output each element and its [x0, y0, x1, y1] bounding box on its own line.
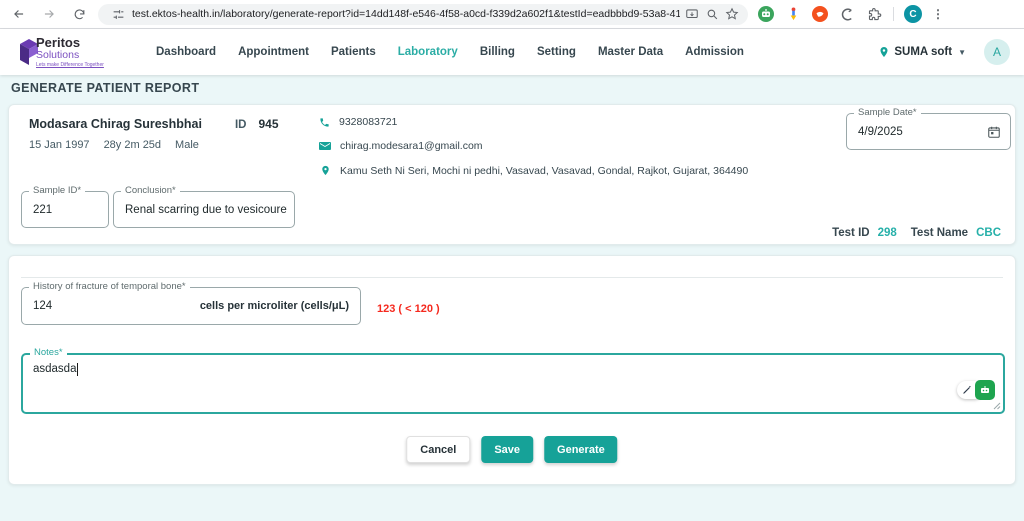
branch-name: SUMA soft — [894, 46, 952, 58]
save-button[interactable]: Save — [481, 436, 533, 463]
test-id-label: Test ID — [832, 227, 870, 239]
nav-billing[interactable]: Billing — [480, 46, 515, 58]
notes-label: Notes* — [30, 347, 67, 358]
email-icon — [319, 141, 331, 151]
peritos-logo[interactable]: Peritos Solutions Lets make Difference T… — [16, 36, 128, 69]
browser-refresh-icon[interactable] — [68, 3, 90, 25]
result-unit: cells per microliter (cells/μL) — [200, 300, 349, 312]
sample-id-field[interactable]: Sample ID* 221 — [21, 191, 109, 228]
address-bar[interactable]: test.ektos-health.in/laboratory/generate… — [98, 4, 748, 25]
generate-button[interactable]: Generate — [544, 436, 618, 463]
section-divider — [21, 277, 1003, 278]
extensions-area — [758, 6, 882, 22]
nav-appointment[interactable]: Appointment — [238, 46, 309, 58]
nav-dashboard[interactable]: Dashboard — [156, 46, 216, 58]
notes-value[interactable]: asdasda — [33, 363, 76, 376]
toolbar-divider — [893, 7, 894, 21]
patient-info-card: Modasara Chirag Sureshbhai ID 945 15 Jan… — [8, 104, 1016, 245]
nav-laboratory[interactable]: Laboratory — [398, 46, 458, 58]
reference-range: 123 ( < 120 ) — [377, 303, 440, 315]
orange-extension-icon[interactable] — [812, 6, 828, 22]
action-buttons: Cancel Save Generate — [406, 436, 617, 463]
patient-id-label: ID — [235, 119, 247, 131]
browser-profile-avatar[interactable]: C — [904, 5, 922, 23]
sample-date-label: Sample Date* — [854, 107, 921, 118]
browser-forward-icon[interactable] — [38, 3, 60, 25]
app-header: Peritos Solutions Lets make Difference T… — [0, 29, 1024, 75]
conclusion-label: Conclusion* — [121, 185, 180, 196]
resize-handle-icon[interactable] — [993, 402, 1001, 410]
extensions-puzzle-icon[interactable] — [866, 6, 882, 22]
conclusion-value[interactable]: Renal scarring due to vesicoureteral ref… — [125, 204, 287, 216]
patient-gender: Male — [175, 139, 199, 151]
result-input-field[interactable]: History of fracture of temporal bone* 12… — [21, 287, 361, 325]
url-text[interactable]: test.ektos-health.in/laboratory/generate… — [132, 8, 680, 20]
bookmark-star-icon[interactable] — [724, 6, 740, 22]
logo-tagline: Lets make Difference Together — [36, 63, 104, 68]
user-avatar[interactable]: A — [984, 39, 1010, 65]
main-nav: Dashboard Appointment Patients Laborator… — [156, 46, 744, 58]
robot-extension-icon[interactable] — [758, 6, 774, 22]
logo-name: Peritos — [36, 36, 104, 49]
test-info-row: Test ID 298 Test Name CBC — [832, 227, 1001, 239]
result-field-label: History of fracture of temporal bone* — [29, 281, 190, 292]
phone-icon — [319, 117, 330, 128]
nav-setting[interactable]: Setting — [537, 46, 576, 58]
sample-date-value[interactable]: 4/9/2025 — [858, 126, 903, 138]
patient-address: Kamu Seth Ni Seri, Mochi ni pedhi, Vasav… — [340, 165, 748, 177]
notes-textarea[interactable]: Notes* asdasda — [21, 353, 1005, 414]
calendar-icon[interactable] — [987, 125, 1001, 139]
patient-id-value: 945 — [258, 117, 278, 131]
text-cursor — [77, 363, 78, 376]
patient-age: 28y 2m 25d — [104, 139, 161, 151]
zoom-icon[interactable] — [704, 6, 720, 22]
conclusion-field[interactable]: Conclusion* Renal scarring due to vesico… — [113, 191, 295, 228]
test-name-value: CBC — [976, 227, 1001, 239]
report-entry-card: History of fracture of temporal bone* 12… — [8, 255, 1016, 485]
browser-back-icon[interactable] — [8, 3, 30, 25]
nav-master-data[interactable]: Master Data — [598, 46, 663, 58]
nav-patients[interactable]: Patients — [331, 46, 376, 58]
result-value[interactable]: 124 — [33, 300, 52, 312]
page-title: GENERATE PATIENT REPORT — [11, 81, 199, 95]
sample-id-label: Sample ID* — [29, 185, 85, 196]
patient-name: Modasara Chirag Sureshbhai — [29, 117, 202, 131]
test-name-label: Test Name — [911, 227, 968, 239]
crescent-extension-icon[interactable] — [839, 6, 855, 22]
sample-date-field[interactable]: Sample Date* 4/9/2025 — [846, 113, 1011, 150]
location-pin-icon — [878, 45, 890, 59]
sample-id-value[interactable]: 221 — [33, 204, 52, 216]
test-id-value: 298 — [878, 227, 897, 239]
branch-selector[interactable]: SUMA soft ▼ — [878, 45, 966, 59]
patient-dob: 15 Jan 1997 — [29, 139, 90, 151]
patient-email: chirag.modesara1@gmail.com — [340, 140, 483, 152]
nav-admission[interactable]: Admission — [685, 46, 744, 58]
map-pin-icon — [320, 164, 331, 177]
patient-phone: 9328083721 — [339, 116, 397, 128]
site-settings-tune-icon[interactable] — [110, 6, 126, 22]
cancel-button[interactable]: Cancel — [406, 436, 470, 463]
chevron-down-icon: ▼ — [958, 48, 966, 57]
cast-save-icon[interactable] — [684, 6, 700, 22]
extension-ai-icon[interactable] — [975, 380, 995, 400]
colorful-extension-icon[interactable] — [785, 6, 801, 22]
browser-toolbar: test.ektos-health.in/laboratory/generate… — [0, 0, 1024, 29]
browser-menu-icon[interactable]: ⋮ — [932, 7, 944, 21]
logo-sub: Solutions — [36, 50, 104, 61]
